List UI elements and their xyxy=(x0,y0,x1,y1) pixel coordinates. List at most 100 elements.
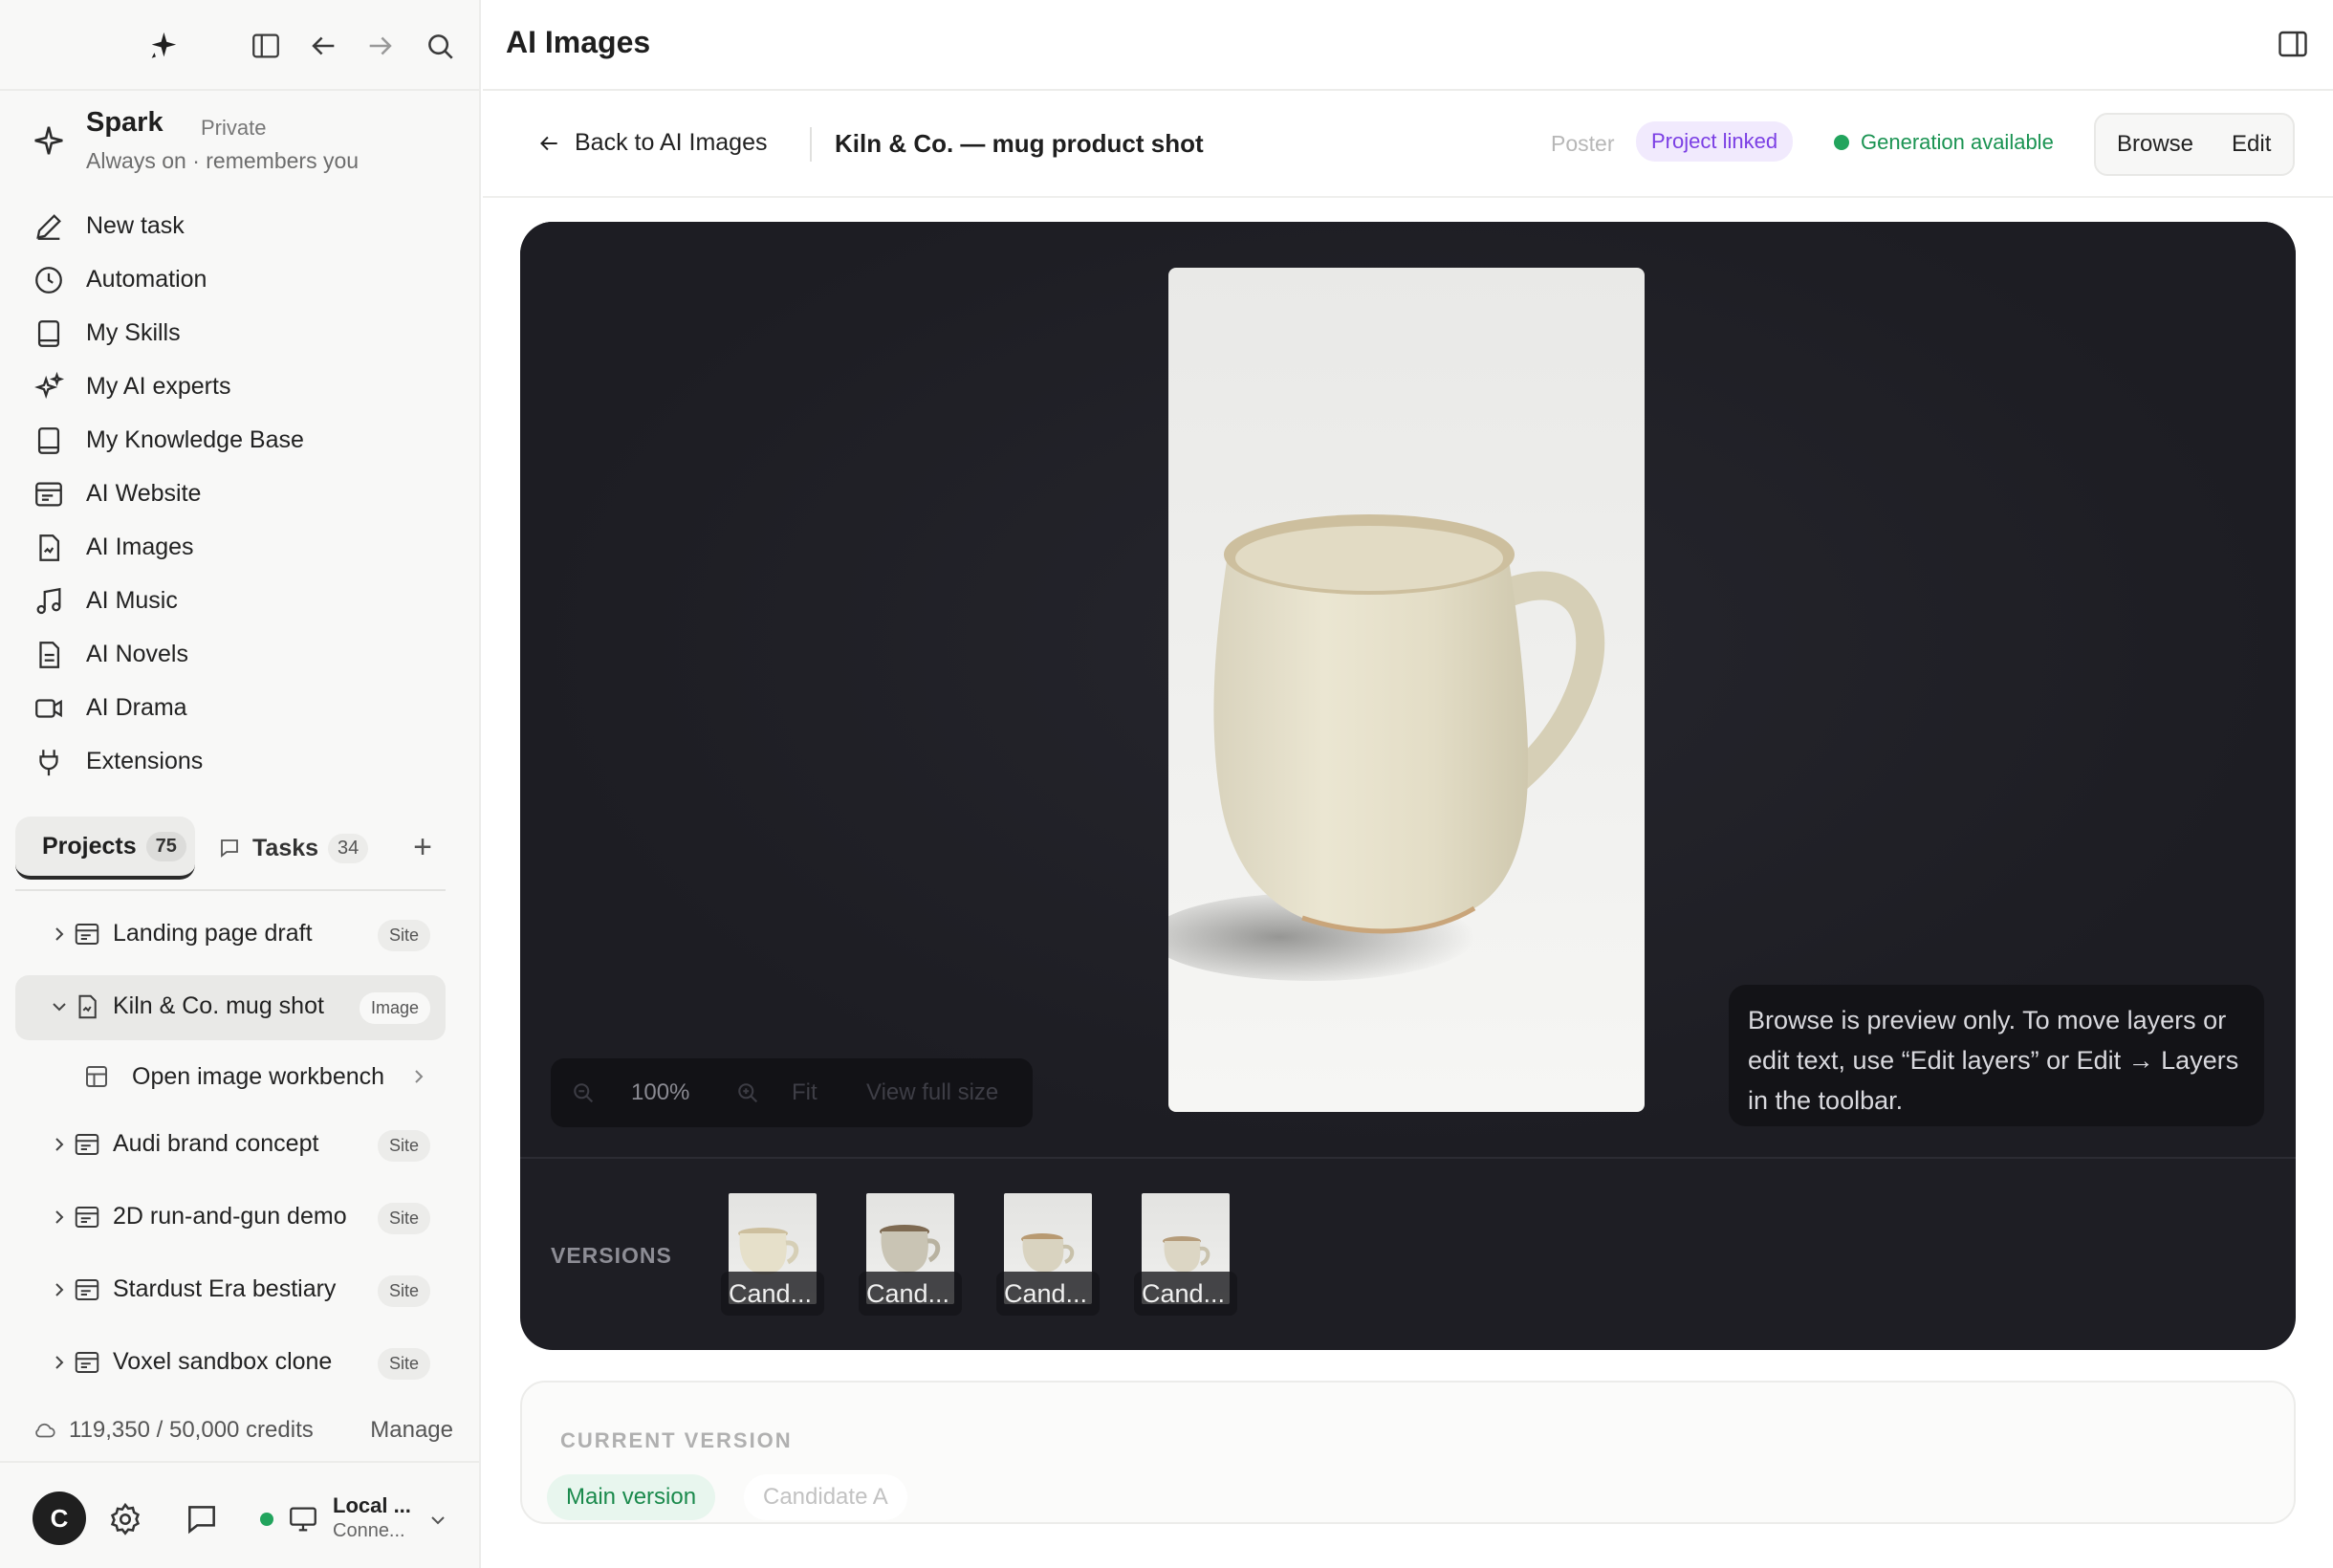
zoom-in-icon[interactable] xyxy=(734,1079,761,1106)
candidate-a-pill[interactable]: Candidate A xyxy=(744,1474,907,1520)
nav-item-ai-images[interactable]: AI Images xyxy=(0,520,481,574)
plug-icon xyxy=(33,746,65,778)
tab-tasks-label: Tasks xyxy=(252,834,319,861)
avatar[interactable]: C xyxy=(33,1492,86,1545)
zoom-out-icon[interactable] xyxy=(570,1079,597,1106)
nav-label: My Knowledge Base xyxy=(86,425,304,453)
nav-label: Automation xyxy=(86,265,207,293)
music-note-icon xyxy=(33,585,65,618)
image-file-icon xyxy=(33,532,65,564)
tasks-count: 34 xyxy=(328,833,369,863)
version-caption: Cand... xyxy=(721,1272,824,1316)
fit-button[interactable]: Fit xyxy=(792,1079,818,1106)
chevron-right-icon[interactable] xyxy=(48,1278,71,1301)
version-thumbnail[interactable]: Cand... xyxy=(1134,1193,1237,1316)
current-version-label: CURRENT VERSION xyxy=(560,1428,793,1452)
search-icon[interactable] xyxy=(417,23,463,69)
sidebar-footer: C Local ... Conne... xyxy=(0,1461,481,1568)
project-type-badge: Site xyxy=(377,1348,430,1380)
edit-mode-button[interactable]: Edit xyxy=(2232,131,2271,158)
version-thumbnail[interactable]: Cand... xyxy=(859,1193,962,1316)
nav-item-automation[interactable]: Automation xyxy=(0,252,481,306)
browse-mode-button[interactable]: Browse xyxy=(2117,131,2193,158)
chevron-right-icon[interactable] xyxy=(48,1133,71,1156)
project-label: Kiln & Co. mug shot xyxy=(113,992,324,1019)
book-icon xyxy=(33,425,65,457)
nav-item-extensions[interactable]: Extensions xyxy=(0,734,481,788)
nav-item-knowledge-base[interactable]: My Knowledge Base xyxy=(0,413,481,467)
sidebar-tabs: Projects 75 Tasks 34 + xyxy=(15,815,446,891)
main-version-pill[interactable]: Main version xyxy=(547,1474,716,1520)
tab-projects-label: Projects xyxy=(42,832,137,860)
device-name[interactable]: Local ... xyxy=(333,1493,411,1518)
project-row-audi-brand[interactable]: Audi brand concept Site xyxy=(15,1113,446,1178)
main-content: AI Images Back to AI Images Kiln & Co. —… xyxy=(483,0,2333,1568)
project-row-2d-run-and-gun[interactable]: 2D run-and-gun demo Site xyxy=(15,1186,446,1251)
tab-tasks[interactable]: Tasks 34 xyxy=(218,817,369,880)
project-row-landing-page[interactable]: Landing page draft Site xyxy=(15,903,446,968)
forward-arrow-icon[interactable] xyxy=(358,23,403,69)
chevron-right-icon[interactable] xyxy=(48,923,71,946)
back-to-ai-images-link[interactable]: Back to AI Images xyxy=(536,129,768,157)
connection-status-dot xyxy=(260,1513,273,1526)
project-row-stardust-era[interactable]: Stardust Era bestiary Site xyxy=(15,1258,446,1323)
nav-item-ai-website[interactable]: AI Website xyxy=(0,467,481,520)
chevron-down-icon[interactable] xyxy=(48,995,71,1018)
page-title: AI Images xyxy=(506,25,651,59)
open-image-workbench-link[interactable]: Open image workbench xyxy=(15,1048,446,1105)
nav-item-my-skills[interactable]: My Skills xyxy=(0,306,481,359)
nav-label: AI Drama xyxy=(86,693,187,721)
message-icon[interactable] xyxy=(184,1501,220,1537)
project-row-voxel-sandbox[interactable]: Voxel sandbox clone Site xyxy=(15,1331,446,1396)
project-type-badge: Site xyxy=(377,1203,430,1234)
nav-label: My Skills xyxy=(86,318,181,346)
spark-logo-icon[interactable] xyxy=(140,23,185,69)
nav-item-new-task[interactable]: New task xyxy=(0,199,481,252)
sidebar: Spark Private Always on · remembers you … xyxy=(0,0,481,1568)
book-icon xyxy=(33,317,65,350)
chevron-down-icon[interactable] xyxy=(426,1509,449,1532)
zoom-level: 100% xyxy=(631,1079,690,1105)
generation-status: Generation available xyxy=(1834,130,2054,155)
version-thumbnail[interactable]: Cand... xyxy=(721,1193,824,1316)
chevron-right-icon[interactable] xyxy=(48,1351,71,1374)
right-panel-toggle-icon[interactable] xyxy=(2276,27,2310,61)
device-status: Conne... xyxy=(333,1520,405,1541)
nav-item-ai-music[interactable]: AI Music xyxy=(0,574,481,627)
project-row-kiln-mug-shot[interactable]: Kiln & Co. mug shot Image xyxy=(15,975,446,1040)
add-project-icon[interactable]: + xyxy=(405,830,440,864)
view-full-size-button[interactable]: View full size xyxy=(866,1079,998,1106)
version-caption: Cand... xyxy=(1134,1272,1237,1316)
divider xyxy=(810,127,812,162)
nav-label: AI Music xyxy=(86,586,178,614)
back-arrow-icon[interactable] xyxy=(300,23,346,69)
account-header[interactable]: Spark Private Always on · remembers you xyxy=(31,105,461,182)
chevron-right-icon[interactable] xyxy=(48,1206,71,1229)
current-version-panel: CURRENT VERSION Main version Candidate A xyxy=(520,1381,2296,1524)
nav-item-my-ai-experts[interactable]: My AI experts xyxy=(0,359,481,413)
projects-count: 75 xyxy=(145,831,186,861)
browser-icon xyxy=(75,1134,99,1155)
browser-icon xyxy=(75,1207,99,1228)
version-thumbnail[interactable]: Cand... xyxy=(996,1193,1100,1316)
sidebar-toggle-icon[interactable] xyxy=(243,23,289,69)
nav-label: AI Novels xyxy=(86,640,188,667)
nav-item-ai-drama[interactable]: AI Drama xyxy=(0,681,481,734)
image-stage: 100% Fit View full size Browse is previe… xyxy=(520,222,2296,1350)
poster-label: Poster xyxy=(1551,131,1615,156)
credits-bar: 119,350 / 50,000 credits Manage xyxy=(33,1411,453,1449)
generation-status-text: Generation available xyxy=(1861,130,2054,154)
manage-credits-link[interactable]: Manage xyxy=(370,1417,453,1444)
browse-mode-tooltip: Browse is preview only. To move layers o… xyxy=(1729,985,2264,1126)
gear-icon[interactable] xyxy=(107,1501,143,1537)
sidebar-toolbar xyxy=(0,0,481,91)
project-label: Stardust Era bestiary xyxy=(113,1275,337,1302)
tab-projects[interactable]: Projects 75 xyxy=(15,817,195,880)
monitor-icon xyxy=(290,1507,316,1532)
main-header: AI Images xyxy=(483,0,2333,91)
nav-item-ai-novels[interactable]: AI Novels xyxy=(0,627,481,681)
pencil-icon xyxy=(33,210,65,243)
cloud-icon xyxy=(35,1423,55,1438)
project-type-badge: Site xyxy=(377,1130,430,1162)
browser-icon xyxy=(75,1279,99,1300)
